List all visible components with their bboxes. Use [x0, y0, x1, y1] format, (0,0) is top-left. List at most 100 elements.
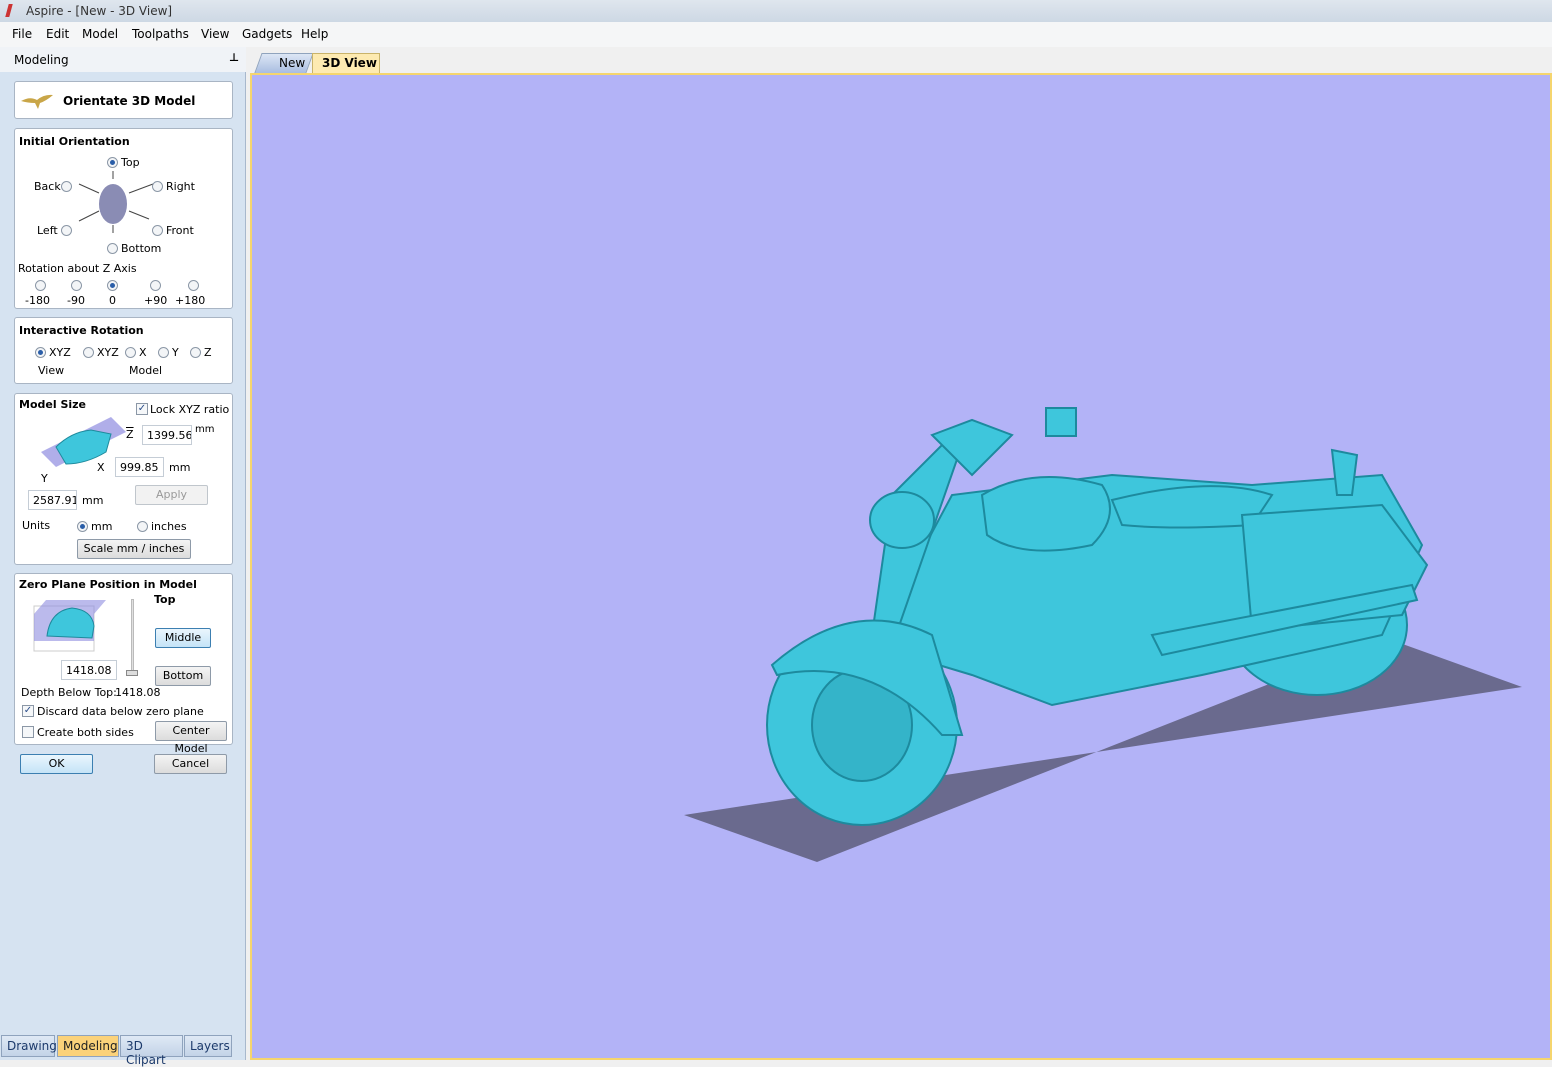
radio-back[interactable]: [61, 181, 72, 192]
label: XYZ: [97, 346, 119, 359]
discard-below-checkbox[interactable]: ✓: [22, 705, 34, 717]
orientate-header: Orientate 3D Model: [14, 81, 233, 119]
orientation-lines: [78, 171, 154, 233]
tab-new[interactable]: New: [279, 56, 305, 70]
title-bar: Aspire - [New - 3D View]: [0, 0, 1552, 22]
rot-label: -180: [25, 294, 50, 307]
z-size-input[interactable]: 1399.56: [142, 425, 192, 445]
menu-bar: File Edit Model Toolpaths View Gadgets H…: [0, 22, 1552, 47]
bottom-button[interactable]: Bottom: [155, 666, 211, 686]
radio-left[interactable]: [61, 225, 72, 236]
label: XYZ: [49, 346, 71, 359]
lock-label: Lock XYZ ratio: [150, 403, 230, 416]
menu-gadgets[interactable]: Gadgets: [242, 27, 292, 41]
zero-plane-box: Zero Plane Position in Model 1418.08 Top…: [14, 573, 233, 755]
x-label: X: [97, 461, 105, 474]
label-back: Back: [34, 180, 61, 193]
label: Z: [204, 346, 212, 359]
radio-rot-minus180[interactable]: [35, 280, 46, 291]
center-model-button[interactable]: Center Model: [155, 721, 227, 755]
group-model-label: Model: [129, 364, 163, 377]
x-unit: mm: [169, 461, 191, 474]
z-unit: mm: [195, 424, 215, 435]
rot-label: +90: [144, 294, 168, 307]
mirror: [1045, 407, 1077, 437]
tab-modeling[interactable]: Modeling: [57, 1035, 119, 1057]
initial-orientation-title: Initial Orientation: [19, 135, 130, 148]
middle-button[interactable]: Middle: [155, 628, 211, 648]
label-bottom: Bottom: [121, 242, 162, 255]
interactive-rotation-box: Interactive Rotation XYZ XYZ X Y Z View …: [14, 317, 233, 384]
label: inches: [151, 520, 187, 533]
fuel-tank: [980, 476, 1111, 552]
radio-unit-inches[interactable]: [137, 521, 148, 532]
menu-model[interactable]: Model: [82, 27, 118, 41]
3d-viewport[interactable]: [250, 73, 1552, 1060]
create-both-sides-checkbox[interactable]: [22, 726, 34, 738]
radio-rot-0[interactable]: [107, 280, 118, 291]
menu-edit[interactable]: Edit: [46, 27, 69, 41]
tab-layers[interactable]: Layers: [184, 1035, 232, 1057]
rot-label: +180: [175, 294, 206, 307]
menu-help[interactable]: Help: [301, 27, 328, 41]
window-title: Aspire - [New - 3D View]: [26, 4, 173, 18]
radio-model-z[interactable]: [190, 347, 201, 358]
rot-label: 0: [109, 294, 116, 307]
y-size-input[interactable]: 2587.916: [28, 490, 77, 510]
panel-title: Modeling: [14, 53, 69, 67]
radio-model-y[interactable]: [158, 347, 169, 358]
label-front: Front: [166, 224, 194, 237]
rotation-label: Rotation about Z Axis: [18, 262, 137, 275]
radio-top[interactable]: [107, 157, 118, 168]
radio-right[interactable]: [152, 181, 163, 192]
interactive-rotation-title: Interactive Rotation: [19, 324, 144, 337]
panel-header: Modeling ⊥: [0, 47, 246, 72]
scale-units-button[interactable]: Scale mm / inches: [77, 539, 191, 559]
model-size-box: Model Size ✓ Lock XYZ ratio Z 1399.56 mm …: [14, 393, 233, 565]
radio-front[interactable]: [152, 225, 163, 236]
pin-icon[interactable]: ⊥: [229, 51, 239, 64]
orientate-title: Orientate 3D Model: [63, 94, 196, 108]
radio-model-xyz[interactable]: [83, 347, 94, 358]
zero-plane-value-input[interactable]: 1418.08: [61, 660, 117, 680]
menu-file[interactable]: File: [12, 27, 32, 41]
label: X: [139, 346, 147, 359]
y-unit: mm: [82, 494, 104, 507]
rot-label: -90: [67, 294, 85, 307]
zero-plane-title: Zero Plane Position in Model: [19, 578, 197, 591]
menu-toolpaths[interactable]: Toolpaths: [132, 27, 189, 41]
zero-plane-slider-track[interactable]: [131, 599, 134, 675]
ok-button[interactable]: OK: [20, 754, 93, 774]
tab-drawing[interactable]: Drawing: [1, 1035, 57, 1057]
radio-model-x[interactable]: [125, 347, 136, 358]
y-label: Y: [41, 472, 48, 485]
label-right: Right: [166, 180, 195, 193]
units-label: Units: [22, 519, 51, 532]
label: mm: [91, 520, 113, 533]
radio-bottom[interactable]: [107, 243, 118, 254]
motorcycle-model[interactable]: [252, 75, 1550, 1058]
radio-rot-minus90[interactable]: [71, 280, 82, 291]
model-size-title: Model Size: [19, 398, 86, 411]
headlight: [869, 491, 935, 549]
radio-unit-mm[interactable]: [77, 521, 88, 532]
lock-xyz-checkbox[interactable]: ✓: [136, 403, 148, 415]
radio-rot-plus90[interactable]: [150, 280, 161, 291]
discard-label: Discard data below zero plane: [37, 705, 204, 718]
apply-button[interactable]: Apply: [135, 485, 208, 505]
radio-rot-plus180[interactable]: [188, 280, 199, 291]
app-icon: [5, 4, 13, 17]
windscreen-post: [1330, 448, 1359, 496]
top-label[interactable]: Top: [154, 593, 175, 606]
x-size-input[interactable]: 999.85: [115, 457, 164, 477]
radio-view-xyz[interactable]: [35, 347, 46, 358]
menu-view[interactable]: View: [201, 27, 229, 41]
tab-3d-clipart[interactable]: 3D Clipart: [120, 1035, 183, 1067]
label-left: Left: [37, 224, 58, 237]
cancel-button[interactable]: Cancel: [154, 754, 227, 774]
zero-plane-slider-handle[interactable]: [126, 670, 138, 676]
tab-3d-view[interactable]: 3D View: [322, 56, 377, 70]
initial-orientation-box: Initial Orientation Top Back Right Left …: [14, 128, 233, 309]
zero-plane-preview: [33, 600, 106, 652]
both-sides-label: Create both sides: [37, 726, 134, 739]
